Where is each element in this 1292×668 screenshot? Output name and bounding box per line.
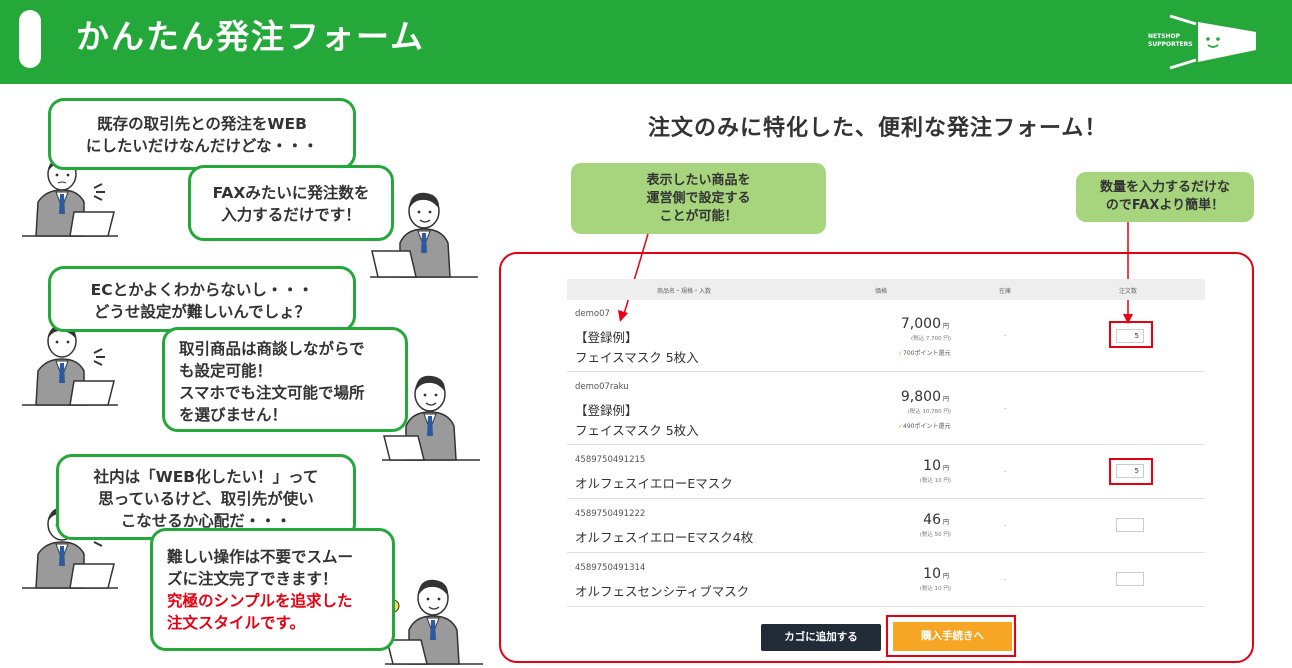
note-text-line: ことが可能！ <box>659 208 738 224</box>
product-price: 9,800 円 <box>901 389 949 405</box>
product-code: demo07raku <box>575 382 629 392</box>
quantity-highlight-box <box>1109 458 1153 485</box>
bubble-text-line: ズに注文完了できます！ <box>167 570 338 588</box>
logo-line-1: NETSHOP <box>1148 33 1181 40</box>
bubble-text-line: ECとかよくわからないし・・・ <box>90 281 314 299</box>
bubble-text-line: を選びません！ <box>179 406 288 424</box>
product-code: 4589750491222 <box>575 509 646 519</box>
speech-bubble-answer-1: FAXみたいに発注数を 入力するだけです！ <box>188 165 394 241</box>
price-value: 10 <box>923 566 941 582</box>
speech-bubble-customer-2: ECとかよくわからないし・・・ どうせ設定が難しいんでしょ？ <box>48 266 356 332</box>
bubble-text-line: 入力するだけです！ <box>221 206 361 224</box>
stock-value: - <box>1004 405 1007 413</box>
stock-value: - <box>1004 468 1007 476</box>
stock-value: - <box>1004 576 1007 584</box>
bubble-text-line: スマホでも注文可能で場所 <box>179 384 365 402</box>
bubble-text-line: 取引商品は商談しながらで <box>179 340 365 358</box>
note-quantity-input: 数量を入力するだけな のでFAXより簡単！ <box>1076 172 1254 222</box>
column-header-stock: 在庫 <box>999 288 1012 295</box>
product-code: demo07 <box>575 309 610 319</box>
price-value: 9,800 <box>900 389 941 405</box>
price-value: 7,000 <box>900 316 941 332</box>
bubble-text-line: 既存の取引先との発注をWEB <box>97 115 307 133</box>
product-price: 10 円 <box>923 566 949 582</box>
logo-line-2: SUPPORTERS <box>1148 41 1193 48</box>
quantity-input[interactable] <box>1116 518 1144 532</box>
checkout-button[interactable]: 購入手続きへ <box>893 622 1012 651</box>
price-value: 46 <box>923 512 941 528</box>
section-heading: 注文のみに特化した、便利な発注フォーム！ <box>648 116 1108 141</box>
column-header-product: 商品名・規格・入数 <box>657 288 712 295</box>
product-name: オルフェスセンシティブマスク <box>575 584 750 599</box>
speech-bubble-answer-2: 取引商品は商談しながらで も設定可能！ スマホでも注文可能で場所 を選びません！ <box>162 327 408 432</box>
product-name: フェイスマスク 5枚入 <box>575 350 699 365</box>
logo-wordmark: NETSHOP SUPPORTERS <box>1148 33 1193 49</box>
page-title: かんたん発注フォーム <box>76 17 426 56</box>
bubble-text-line: 難しい操作は不要でスムー <box>167 548 354 566</box>
bubble-highlight-line: 注文スタイルです。 <box>167 614 305 632</box>
quantity-highlight-box <box>1109 321 1153 348</box>
header-accent-pill <box>19 10 41 68</box>
price-value: 10 <box>923 458 941 474</box>
reward-points: 700ポイント還元 <box>898 348 950 357</box>
price-unit: 円 <box>942 323 949 330</box>
product-name: オルフェスイエローEマスク4枚 <box>575 530 754 545</box>
note-text-line: 運営側で設定する <box>646 190 751 206</box>
stock-value: - <box>1004 332 1007 340</box>
price-unit: 円 <box>942 573 949 580</box>
bubble-text-line: も設定可能！ <box>179 362 273 380</box>
price-unit: 円 <box>942 396 949 403</box>
table-row: demo07raku 【登録例】 フェイスマスク 5枚入 9,800 円 (税込 … <box>567 372 1205 445</box>
price-unit: 円 <box>942 465 949 472</box>
bubble-text-line: にしたいだけなんだけどな・・・ <box>85 137 319 155</box>
product-price: 46 円 <box>923 512 949 528</box>
bubble-text-line: 社内は「WEB化したい！」って <box>93 468 319 486</box>
price-tax-included: (税込 10,780 円) <box>907 409 951 415</box>
product-price: 10 円 <box>923 458 949 474</box>
table-row: 4589750491314 オルフェスセンシティブマスク 10 円 (税込 10 … <box>567 553 1205 607</box>
note-product-setting: 表示したい商品を 運営側で設定する ことが可能！ <box>571 163 826 234</box>
bubble-text-line: どうせ設定が難しいんでしょ？ <box>93 303 311 321</box>
header-bar: かんたん発注フォーム NETSHOP SUPPORTERS <box>0 0 1292 84</box>
column-header-price: 価格 <box>875 288 888 295</box>
stock-value: - <box>1004 522 1007 530</box>
product-code: 4589750491215 <box>575 455 646 465</box>
price-tax-included: (税込 50 円) <box>919 532 951 538</box>
note-text-line: 表示したい商品を <box>646 172 751 188</box>
table-row: 4589750491222 オルフェスイエローEマスク4枚 46 円 (税込 50… <box>567 499 1205 553</box>
column-header-quantity: 注文数 <box>1119 288 1138 295</box>
product-code: 4589750491314 <box>575 563 646 573</box>
bubble-text-line: FAXみたいに発注数を <box>212 184 370 202</box>
product-name: オルフェスイエローEマスク <box>575 476 733 491</box>
bubble-text-line: 思っているけど、取引先が使い <box>98 490 314 508</box>
smiling-man-illustration <box>385 579 483 665</box>
product-name-prefix: 【登録例】 <box>575 403 638 418</box>
price-tax-included: (税込 10 円) <box>919 586 951 592</box>
price-tax-included: (税込 7,700 円) <box>910 336 951 342</box>
price-tax-included: (税込 10 円) <box>919 478 951 484</box>
note-text-line: のでFAXより簡単！ <box>1105 198 1225 213</box>
product-name-prefix: 【登録例】 <box>575 330 638 345</box>
speech-bubble-customer-1: 既存の取引先との発注をWEB にしたいだけなんだけどな・・・ <box>48 98 356 170</box>
add-to-cart-button[interactable]: カゴに追加する <box>761 624 881 651</box>
reward-points: 490ポイント還元 <box>898 421 950 430</box>
table-header: 商品名・規格・入数 価格 在庫 注文数 <box>567 279 1205 300</box>
note-text-line: 数量を入力するだけな <box>1099 180 1230 195</box>
price-unit: 円 <box>942 519 949 526</box>
speech-bubble-answer-3: 難しい操作は不要でスムー ズに注文完了できます！ 究極のシンプルを追求した 注文… <box>150 528 395 651</box>
product-name: フェイスマスク 5枚入 <box>575 423 699 438</box>
product-price: 7,000 円 <box>901 316 949 332</box>
quantity-input[interactable] <box>1116 572 1144 586</box>
bubble-highlight-line: 究極のシンプルを追求した <box>167 592 353 610</box>
